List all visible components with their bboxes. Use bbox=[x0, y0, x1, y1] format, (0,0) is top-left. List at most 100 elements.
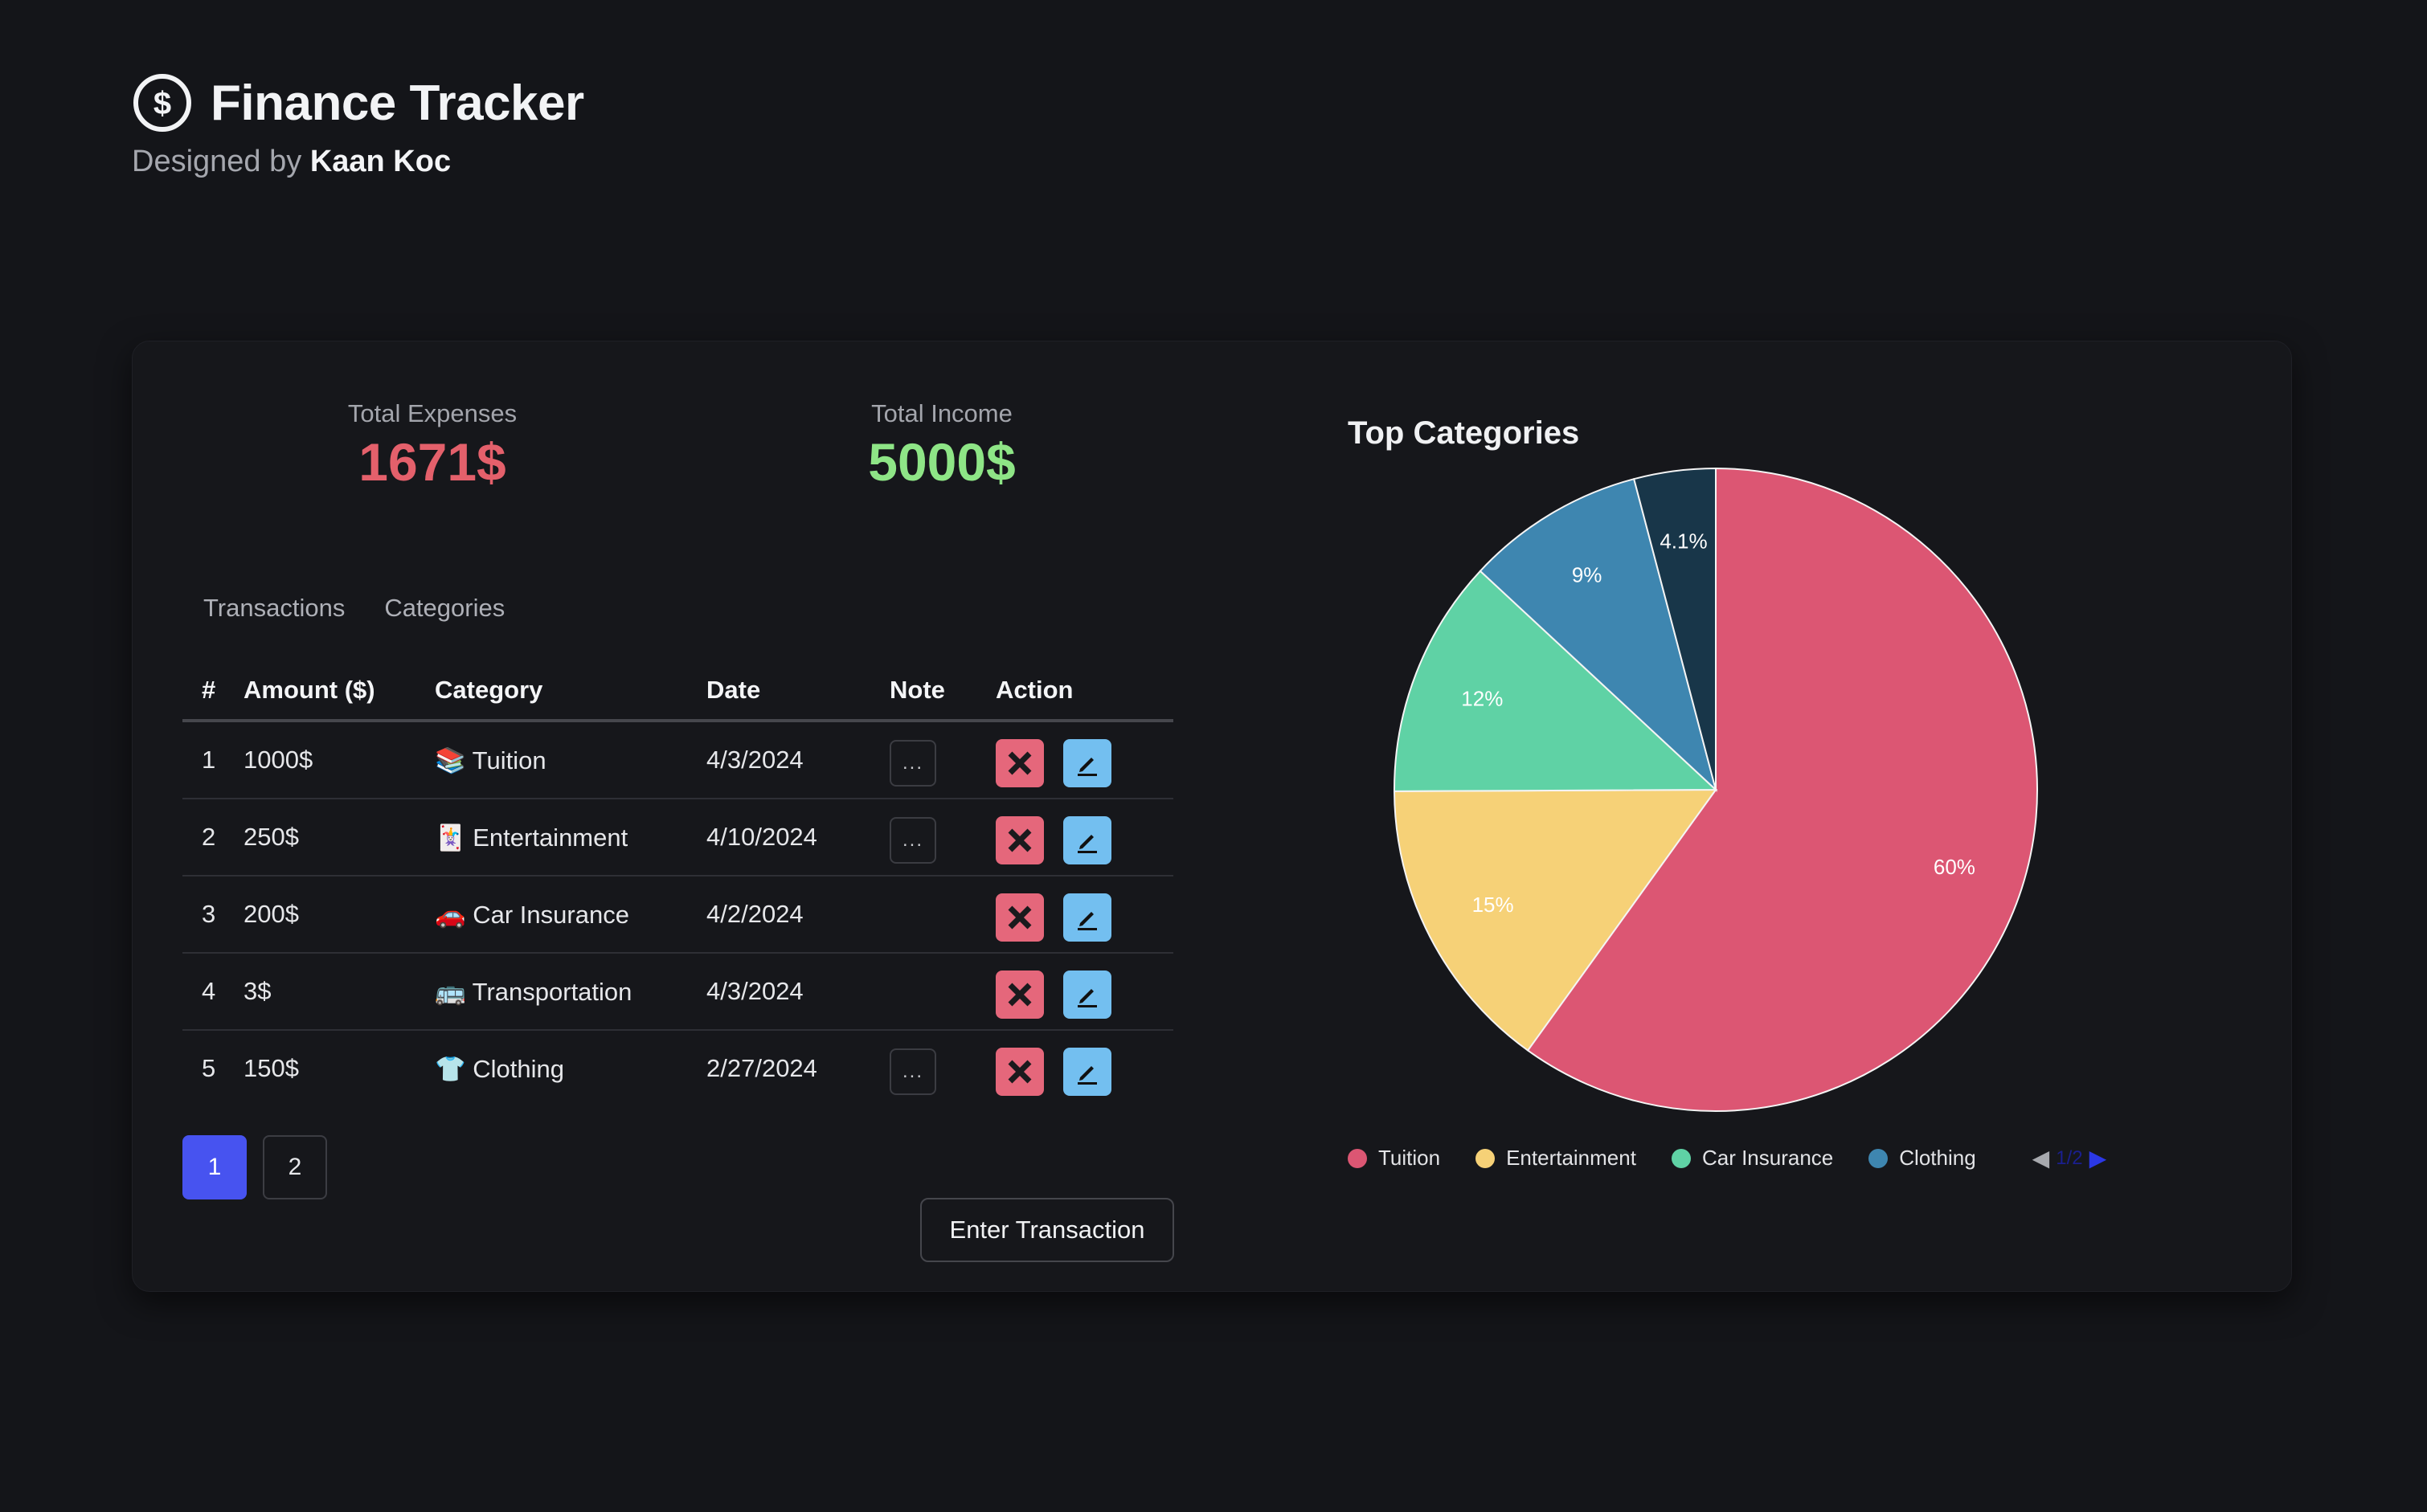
svg-text:$: $ bbox=[153, 86, 171, 121]
subtitle: Designed by Kaan Koc bbox=[132, 145, 584, 179]
row-number: 2 bbox=[182, 799, 244, 877]
legend-prev-arrow-icon[interactable]: ◀ bbox=[2032, 1145, 2050, 1171]
author-name: Kaan Koc bbox=[309, 145, 452, 178]
note-button[interactable]: ... bbox=[890, 817, 936, 864]
category-emoji-icon: 🚗 bbox=[435, 900, 466, 929]
total-expenses: Total Expenses 1671$ bbox=[288, 399, 577, 492]
legend-label: Tuition bbox=[1378, 1146, 1441, 1170]
category-emoji-icon: 📚 bbox=[435, 746, 466, 774]
edit-button[interactable] bbox=[1063, 971, 1111, 1019]
row-note bbox=[890, 876, 996, 954]
close-x-icon bbox=[1008, 751, 1032, 775]
row-category: 📚 Tuition bbox=[435, 721, 706, 799]
page-button-1[interactable]: 1 bbox=[182, 1135, 247, 1199]
edit-button[interactable] bbox=[1063, 816, 1111, 864]
row-category-label: Entertainment bbox=[473, 823, 628, 852]
edit-button[interactable] bbox=[1063, 893, 1111, 942]
legend-pager: ◀ 1/2 ▶ bbox=[2032, 1145, 2106, 1171]
edit-button[interactable] bbox=[1063, 1048, 1111, 1096]
subtitle-prefix: Designed by bbox=[132, 145, 302, 178]
row-number: 5 bbox=[202, 1054, 216, 1082]
legend-item[interactable]: Clothing bbox=[1868, 1146, 1976, 1171]
row-note bbox=[890, 953, 996, 1031]
pie-slice-label: 60% bbox=[1934, 855, 1975, 879]
row-amount: 250$ bbox=[244, 799, 435, 877]
delete-button[interactable] bbox=[996, 816, 1044, 864]
category-emoji-icon: 🚌 bbox=[435, 977, 466, 1006]
total-income-label: Total Income bbox=[871, 399, 1013, 427]
page-button-2[interactable]: 2 bbox=[263, 1135, 327, 1199]
row-amount: 200$ bbox=[244, 876, 435, 954]
pencil-icon bbox=[1078, 989, 1097, 1007]
pagination: 1 2 bbox=[182, 1135, 327, 1199]
header-date: Date bbox=[706, 661, 890, 722]
pencil-icon bbox=[1078, 758, 1097, 776]
legend-item[interactable]: Entertainment bbox=[1475, 1146, 1636, 1171]
row-category-label: Tuition bbox=[472, 746, 546, 774]
row-category: 👕 Clothing bbox=[435, 1030, 706, 1106]
legend-label: Car Insurance bbox=[1701, 1146, 1834, 1170]
total-expenses-label: Total Expenses bbox=[347, 399, 518, 427]
category-pie-chart: 60% 15% 12% 9% 4.1% bbox=[1393, 467, 2038, 1112]
chart-legend: Tuition Entertainment Car Insurance Clothin… bbox=[1348, 1145, 2106, 1171]
category-emoji-icon: 👕 bbox=[435, 1054, 466, 1083]
view-tabs: Transactions Categories bbox=[203, 594, 544, 623]
row-date: 4/3/2024 bbox=[706, 721, 890, 799]
app-header: $ Finance Tracker Designed by Kaan Koc bbox=[132, 72, 584, 179]
header-note: Note bbox=[890, 661, 996, 722]
category-emoji-icon: 🃏 bbox=[435, 823, 466, 852]
app-title: Finance Tracker bbox=[211, 75, 584, 131]
row-actions bbox=[996, 1030, 1173, 1106]
legend-item[interactable]: Car Insurance bbox=[1671, 1146, 1834, 1171]
transactions-table: # Amount ($) Category Date Note Action 1… bbox=[182, 661, 1173, 1106]
delete-button[interactable] bbox=[996, 971, 1044, 1019]
tab-categories[interactable]: Categories bbox=[384, 594, 505, 623]
row-actions bbox=[996, 799, 1173, 877]
pie-slice-label: 4.1% bbox=[1660, 529, 1707, 554]
row-amount: 150$ bbox=[244, 1054, 299, 1082]
pie-slice-label: 9% bbox=[1572, 562, 1602, 586]
note-button[interactable]: ... bbox=[890, 1048, 936, 1095]
pencil-icon bbox=[1078, 912, 1097, 930]
row-category: 🃏 Entertainment bbox=[435, 799, 706, 877]
header-number: # bbox=[182, 661, 244, 722]
legend-label: Entertainment bbox=[1506, 1146, 1636, 1170]
legend-dot bbox=[1348, 1148, 1367, 1168]
table-row: 4 3$ 🚌 Transportation 4/3/2024 bbox=[182, 953, 1173, 1031]
row-date: 2/27/2024 bbox=[706, 1054, 817, 1082]
legend-label: Clothing bbox=[1899, 1146, 1976, 1170]
enter-transaction-button[interactable]: Enter Transaction bbox=[920, 1198, 1174, 1262]
row-actions bbox=[996, 953, 1173, 1031]
total-expenses-value: 1671$ bbox=[358, 432, 506, 492]
delete-button[interactable] bbox=[996, 1048, 1044, 1096]
legend-next-arrow-icon[interactable]: ▶ bbox=[2089, 1145, 2107, 1171]
delete-button[interactable] bbox=[996, 739, 1044, 787]
table-row: 1 1000$ 📚 Tuition 4/3/2024... bbox=[182, 721, 1173, 799]
row-amount: 3$ bbox=[244, 953, 435, 1031]
pie-slice-label: 12% bbox=[1461, 687, 1503, 711]
close-x-icon bbox=[1008, 1060, 1032, 1084]
total-income-value: 5000$ bbox=[868, 432, 1016, 492]
row-note: ... bbox=[890, 1030, 996, 1106]
tab-transactions[interactable]: Transactions bbox=[203, 594, 345, 623]
row-date: 4/10/2024 bbox=[706, 799, 890, 877]
table-row: 2 250$ 🃏 Entertainment 4/10/2024... bbox=[182, 799, 1173, 877]
legend-item[interactable]: Tuition bbox=[1348, 1146, 1440, 1171]
row-category: 🚗 Car Insurance bbox=[435, 876, 706, 954]
row-number: 3 bbox=[182, 876, 244, 954]
pie-slice-label: 15% bbox=[1472, 893, 1514, 917]
edit-button[interactable] bbox=[1063, 739, 1111, 787]
chart-title: Top Categories bbox=[1348, 415, 1580, 451]
delete-button[interactable] bbox=[996, 893, 1044, 942]
row-category: 🚌 Transportation bbox=[435, 953, 706, 1031]
row-number: 4 bbox=[182, 953, 244, 1031]
row-category-label: Transportation bbox=[472, 977, 632, 1006]
legend-page-indicator: 1/2 bbox=[2056, 1146, 2083, 1169]
row-actions bbox=[996, 721, 1173, 799]
pencil-icon bbox=[1078, 1066, 1097, 1085]
row-date: 4/2/2024 bbox=[706, 876, 890, 954]
legend-dot bbox=[1868, 1148, 1889, 1168]
note-button[interactable]: ... bbox=[890, 740, 936, 787]
table-header-row: # Amount ($) Category Date Note Action bbox=[182, 661, 1173, 722]
table-row: 5 150$ 👕 Clothing 2/27/2024... bbox=[182, 1030, 1173, 1106]
